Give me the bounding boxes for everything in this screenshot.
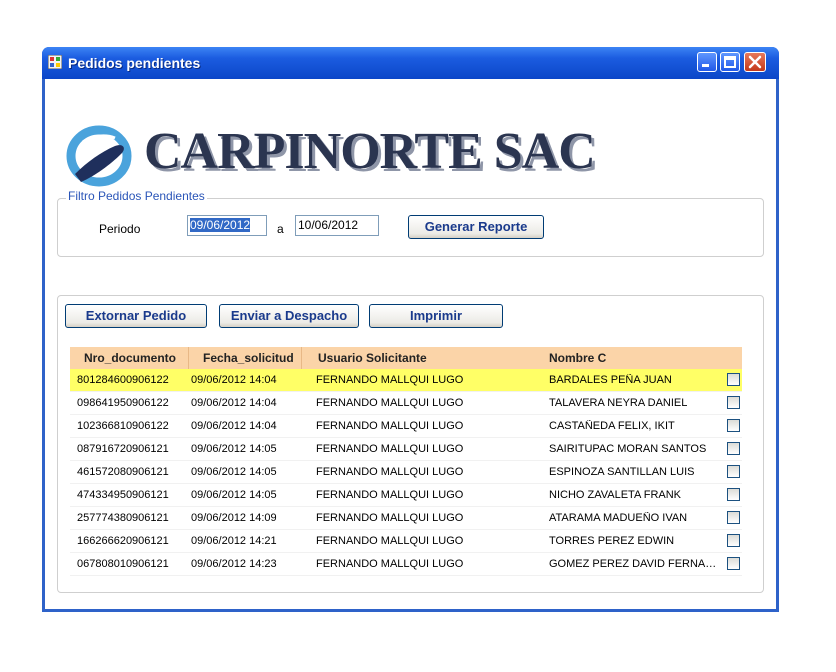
row-checkbox[interactable] xyxy=(727,373,740,386)
cell-usuario: FERNANDO MALLQUI LUGO xyxy=(316,397,464,409)
cell-fecha-solicitud: 09/06/2012 14:05 xyxy=(191,489,277,501)
cell-nro-documento: 098641950906122 xyxy=(77,397,169,409)
header-divider xyxy=(188,347,189,369)
table-row[interactable]: 087916720906121 09/06/2012 14:05 FERNAND… xyxy=(70,438,742,461)
cell-nombre: BARDALES PEÑA JUAN xyxy=(549,374,672,386)
cell-fecha-solicitud: 09/06/2012 14:04 xyxy=(191,397,277,409)
row-checkbox[interactable] xyxy=(727,396,740,409)
cell-nro-documento: 067808010906121 xyxy=(77,558,169,570)
table-row[interactable]: 801284600906122 09/06/2012 14:04 FERNAND… xyxy=(70,369,742,392)
column-header-nro-documento[interactable]: Nro_documento xyxy=(84,351,176,365)
cell-nombre: NICHO ZAVALETA FRANK xyxy=(549,489,682,501)
close-button[interactable] xyxy=(744,52,766,72)
column-header-usuario-solicitante[interactable]: Usuario Solicitante xyxy=(318,351,427,365)
brand-name: CARPINORTE SAC xyxy=(144,123,596,180)
cell-nro-documento: 257774380906121 xyxy=(77,512,169,524)
imprimir-button[interactable]: Imprimir xyxy=(369,304,503,328)
cell-fecha-solicitud: 09/06/2012 14:09 xyxy=(191,512,277,524)
pedidos-window: Pedidos pendientes CARPINORTE SAC Filtro… xyxy=(42,47,779,612)
cell-fecha-solicitud: 09/06/2012 14:05 xyxy=(191,466,277,478)
row-checkbox[interactable] xyxy=(727,442,740,455)
row-checkbox[interactable] xyxy=(727,419,740,432)
cell-nombre: GOMEZ PEREZ DAVID FERNAN... xyxy=(549,558,721,570)
column-header-nombre-c[interactable]: Nombre C xyxy=(549,351,606,365)
cell-fecha-solicitud: 09/06/2012 14:05 xyxy=(191,443,277,455)
maximize-icon xyxy=(724,56,736,68)
period-label: Periodo xyxy=(99,222,141,236)
cell-nombre: ESPINOZA SANTILLAN LUIS xyxy=(549,466,695,478)
date-from-value: 09/06/2012 xyxy=(190,218,251,232)
enviar-despacho-button[interactable]: Enviar a Despacho xyxy=(219,304,359,328)
cell-usuario: FERNANDO MALLQUI LUGO xyxy=(316,489,464,501)
cell-nombre: TORRES PEREZ EDWIN xyxy=(549,535,675,547)
column-header-fecha-solicitud[interactable]: Fecha_solicitud xyxy=(203,351,294,365)
cell-nombre: TALAVERA NEYRA DANIEL xyxy=(549,397,688,409)
table-row[interactable]: 461572080906121 09/06/2012 14:05 FERNAND… xyxy=(70,461,742,484)
grid-header: Nro_documento Fecha_solicitud Usuario So… xyxy=(70,347,742,369)
extornar-pedido-button[interactable]: Extornar Pedido xyxy=(65,304,207,328)
row-checkbox[interactable] xyxy=(727,511,740,524)
cell-fecha-solicitud: 09/06/2012 14:23 xyxy=(191,558,277,570)
header-divider xyxy=(301,347,302,369)
cell-nro-documento: 801284600906122 xyxy=(77,374,169,386)
minimize-button[interactable] xyxy=(697,52,717,72)
maximize-button[interactable] xyxy=(720,52,740,72)
row-checkbox[interactable] xyxy=(727,534,740,547)
cell-nombre: ATARAMA MADUEÑO IVAN xyxy=(549,512,688,524)
orders-grid: Nro_documento Fecha_solicitud Usuario So… xyxy=(70,347,742,576)
date-separator: a xyxy=(277,222,284,236)
cell-usuario: FERNANDO MALLQUI LUGO xyxy=(316,558,464,570)
row-checkbox[interactable] xyxy=(727,488,740,501)
cell-usuario: FERNANDO MALLQUI LUGO xyxy=(316,535,464,547)
minimize-icon xyxy=(702,64,709,67)
app-icon xyxy=(48,55,62,69)
cell-nro-documento: 087916720906121 xyxy=(77,443,169,455)
table-row[interactable]: 166266620906121 09/06/2012 14:21 FERNAND… xyxy=(70,530,742,553)
cell-nro-documento: 461572080906121 xyxy=(77,466,169,478)
cell-usuario: FERNANDO MALLQUI LUGO xyxy=(316,420,464,432)
title-bar[interactable]: Pedidos pendientes xyxy=(42,47,779,79)
generate-report-button[interactable]: Generar Reporte xyxy=(408,215,544,239)
table-row[interactable]: 067808010906121 09/06/2012 14:23 FERNAND… xyxy=(70,553,742,576)
table-row[interactable]: 257774380906121 09/06/2012 14:09 FERNAND… xyxy=(70,507,742,530)
cell-fecha-solicitud: 09/06/2012 14:04 xyxy=(191,374,277,386)
cell-nombre: CASTAÑEDA FELIX, IKIT xyxy=(549,420,675,432)
table-row[interactable]: 474334950906121 09/06/2012 14:05 FERNAND… xyxy=(70,484,742,507)
date-to-field[interactable]: 10/06/2012 xyxy=(295,215,379,236)
cell-nro-documento: 474334950906121 xyxy=(77,489,169,501)
row-checkbox[interactable] xyxy=(727,557,740,570)
date-from-field[interactable]: 09/06/2012 xyxy=(187,215,267,236)
cell-nro-documento: 166266620906121 xyxy=(77,535,169,547)
table-row[interactable]: 098641950906122 09/06/2012 14:04 FERNAND… xyxy=(70,392,742,415)
filter-legend: Filtro Pedidos Pendientes xyxy=(66,189,207,203)
cell-nro-documento: 102366810906122 xyxy=(77,420,169,432)
close-icon xyxy=(748,55,762,69)
window-client-area: CARPINORTE SAC Filtro Pedidos Pendientes… xyxy=(45,79,776,609)
cell-fecha-solicitud: 09/06/2012 14:04 xyxy=(191,420,277,432)
cell-usuario: FERNANDO MALLQUI LUGO xyxy=(316,466,464,478)
cell-usuario: FERNANDO MALLQUI LUGO xyxy=(316,512,464,524)
carpinorte-logo xyxy=(66,125,132,187)
window-title: Pedidos pendientes xyxy=(68,55,201,71)
cell-fecha-solicitud: 09/06/2012 14:21 xyxy=(191,535,277,547)
cell-usuario: FERNANDO MALLQUI LUGO xyxy=(316,443,464,455)
cell-nombre: SAIRITUPAC MORAN SANTOS xyxy=(549,443,707,455)
table-row[interactable]: 102366810906122 09/06/2012 14:04 FERNAND… xyxy=(70,415,742,438)
row-checkbox[interactable] xyxy=(727,465,740,478)
cell-usuario: FERNANDO MALLQUI LUGO xyxy=(316,374,464,386)
